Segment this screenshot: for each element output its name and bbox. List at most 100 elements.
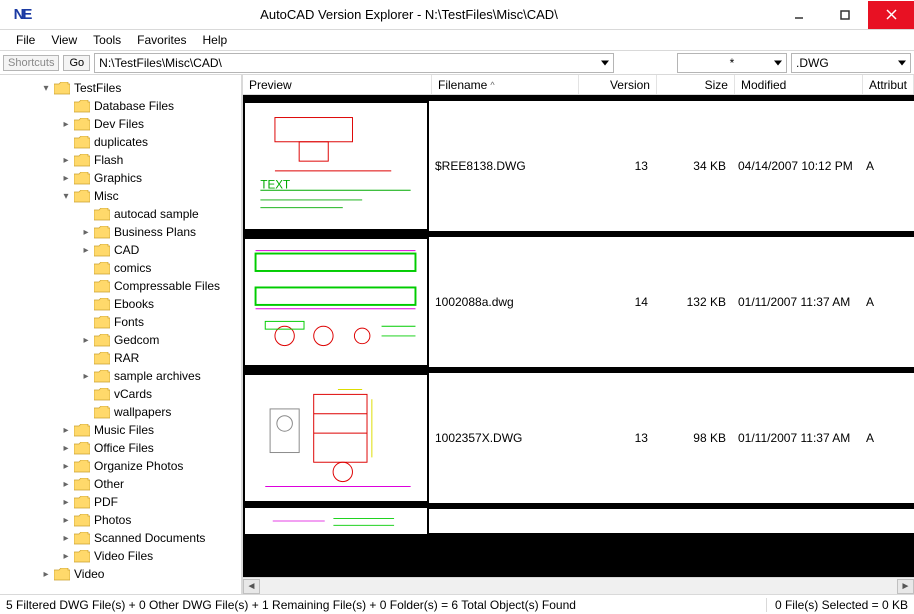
close-button[interactable]: [868, 1, 914, 29]
twisty-icon[interactable]: ▸: [60, 155, 72, 166]
twisty-icon[interactable]: ▸: [60, 533, 72, 544]
tree-item[interactable]: Database Files: [4, 97, 241, 115]
twisty-icon[interactable]: ▸: [60, 461, 72, 472]
twisty-icon[interactable]: ▸: [40, 569, 52, 580]
twisty-icon[interactable]: ▸: [60, 119, 72, 130]
cell-filename: 1002088a.dwg: [429, 295, 576, 309]
file-row[interactable]: 1002088a.dwg14132 KB01/11/2007 11:37 AMA: [243, 234, 914, 370]
twisty-icon[interactable]: ▾: [40, 83, 52, 94]
column-filename[interactable]: Filename^: [432, 75, 579, 94]
column-modified[interactable]: Modified: [735, 75, 863, 94]
tree-item[interactable]: ▸Flash: [4, 151, 241, 169]
tree-item[interactable]: ▸Music Files: [4, 421, 241, 439]
file-rows[interactable]: TEXT$REE8138.DWG1334 KB04/14/2007 10:12 …: [243, 95, 914, 577]
tree-item[interactable]: ▾Misc: [4, 187, 241, 205]
tree-item[interactable]: Compressable Files: [4, 277, 241, 295]
tree-item-label: wallpapers: [114, 405, 171, 419]
tree-item[interactable]: ▸CAD: [4, 241, 241, 259]
folder-icon: [74, 118, 90, 131]
scroll-right-icon[interactable]: ►: [897, 579, 914, 594]
twisty-icon[interactable]: ▸: [60, 497, 72, 508]
tree-item[interactable]: ▸Organize Photos: [4, 457, 241, 475]
menu-favorites[interactable]: Favorites: [129, 31, 194, 49]
tree-item[interactable]: wallpapers: [4, 403, 241, 421]
file-list-panel: Preview Filename^ Version Size Modified …: [242, 75, 914, 594]
column-version[interactable]: Version: [579, 75, 657, 94]
folder-icon: [74, 190, 90, 203]
menubar: File View Tools Favorites Help: [0, 30, 914, 51]
tree-item[interactable]: RAR: [4, 349, 241, 367]
twisty-icon[interactable]: ▸: [60, 425, 72, 436]
tree-item[interactable]: ▸PDF: [4, 493, 241, 511]
scroll-left-icon[interactable]: ◄: [243, 579, 260, 594]
menu-help[interactable]: Help: [195, 31, 236, 49]
file-row[interactable]: 1002357X.DWG1398 KB01/11/2007 11:37 AMA: [243, 370, 914, 506]
menu-file[interactable]: File: [8, 31, 43, 49]
horizontal-scrollbar[interactable]: ◄ ►: [243, 577, 914, 594]
path-combobox[interactable]: N:\TestFiles\Misc\CAD\: [94, 53, 614, 73]
tree-item-label: Fonts: [114, 315, 144, 329]
cell-modified: 01/11/2007 11:37 AM: [732, 295, 860, 309]
window-controls: [776, 1, 914, 29]
folder-icon: [54, 82, 70, 95]
twisty-icon[interactable]: ▾: [60, 191, 72, 202]
folder-icon: [74, 514, 90, 527]
tree-item[interactable]: ▸ Video Files: [4, 547, 241, 565]
tree-item[interactable]: ▸Business Plans: [4, 223, 241, 241]
menu-tools[interactable]: Tools: [85, 31, 129, 49]
menu-view[interactable]: View: [43, 31, 85, 49]
twisty-icon[interactable]: ▸: [80, 335, 92, 346]
filter-combobox[interactable]: *: [677, 53, 787, 73]
cell-size: 34 KB: [654, 159, 732, 173]
tree-item[interactable]: ▸Graphics: [4, 169, 241, 187]
extension-combobox[interactable]: .DWG: [791, 53, 911, 73]
tree-item[interactable]: ▸Photos: [4, 511, 241, 529]
tree-item[interactable]: ▸Gedcom: [4, 331, 241, 349]
tree-item-label: Other: [94, 477, 124, 491]
twisty-icon[interactable]: ▸: [60, 173, 72, 184]
minimize-button[interactable]: [776, 1, 822, 29]
column-size[interactable]: Size: [657, 75, 735, 94]
folder-icon: [94, 406, 110, 419]
go-button[interactable]: Go: [63, 55, 90, 71]
tree-item-label: vCards: [114, 387, 152, 401]
tree-item[interactable]: vCards: [4, 385, 241, 403]
tree-item[interactable]: Ebooks: [4, 295, 241, 313]
twisty-icon[interactable]: ▸: [60, 515, 72, 526]
tree-item[interactable]: ▾TestFiles: [4, 79, 241, 97]
tree-item[interactable]: comics: [4, 259, 241, 277]
twisty-icon[interactable]: ▸: [80, 371, 92, 382]
column-preview[interactable]: Preview: [243, 75, 432, 94]
tree-item[interactable]: duplicates: [4, 133, 241, 151]
folder-tree[interactable]: ▾TestFilesDatabase Files▸Dev Filesduplic…: [0, 75, 242, 594]
file-row[interactable]: [243, 506, 914, 536]
tree-item[interactable]: ▸sample archives: [4, 367, 241, 385]
tree-item-label: Video: [74, 567, 104, 581]
twisty-icon[interactable]: ▸: [80, 245, 92, 256]
tree-item[interactable]: ▸Dev Files: [4, 115, 241, 133]
status-right: 0 File(s) Selected = 0 KB: [766, 598, 908, 612]
tree-item[interactable]: ▸ Scanned Documents: [4, 529, 241, 547]
tree-item-label: comics: [114, 261, 151, 275]
tree-item[interactable]: autocad sample: [4, 205, 241, 223]
twisty-icon[interactable]: ▸: [60, 479, 72, 490]
tree-item-label: Scanned Documents: [94, 531, 205, 545]
file-row[interactable]: TEXT$REE8138.DWG1334 KB04/14/2007 10:12 …: [243, 95, 914, 234]
tree-item[interactable]: ▸Office Files: [4, 439, 241, 457]
cell-filename: 1002357X.DWG: [429, 431, 576, 445]
tree-item-label: Video Files: [94, 549, 153, 563]
twisty-icon[interactable]: ▸: [80, 227, 92, 238]
cell-modified: 01/11/2007 11:37 AM: [732, 431, 860, 445]
tree-item[interactable]: ▸ Video: [4, 565, 241, 583]
folder-icon: [74, 460, 90, 473]
window-title: AutoCAD Version Explorer - N:\TestFiles\…: [42, 7, 776, 22]
twisty-icon[interactable]: ▸: [60, 443, 72, 454]
tree-item[interactable]: ▸ Other: [4, 475, 241, 493]
preview-thumbnail: [243, 373, 429, 503]
shortcuts-button[interactable]: Shortcuts: [3, 55, 59, 71]
maximize-button[interactable]: [822, 1, 868, 29]
folder-icon: [94, 280, 110, 293]
twisty-icon[interactable]: ▸: [60, 551, 72, 562]
column-attributes[interactable]: Attribut: [863, 75, 914, 94]
tree-item[interactable]: Fonts: [4, 313, 241, 331]
